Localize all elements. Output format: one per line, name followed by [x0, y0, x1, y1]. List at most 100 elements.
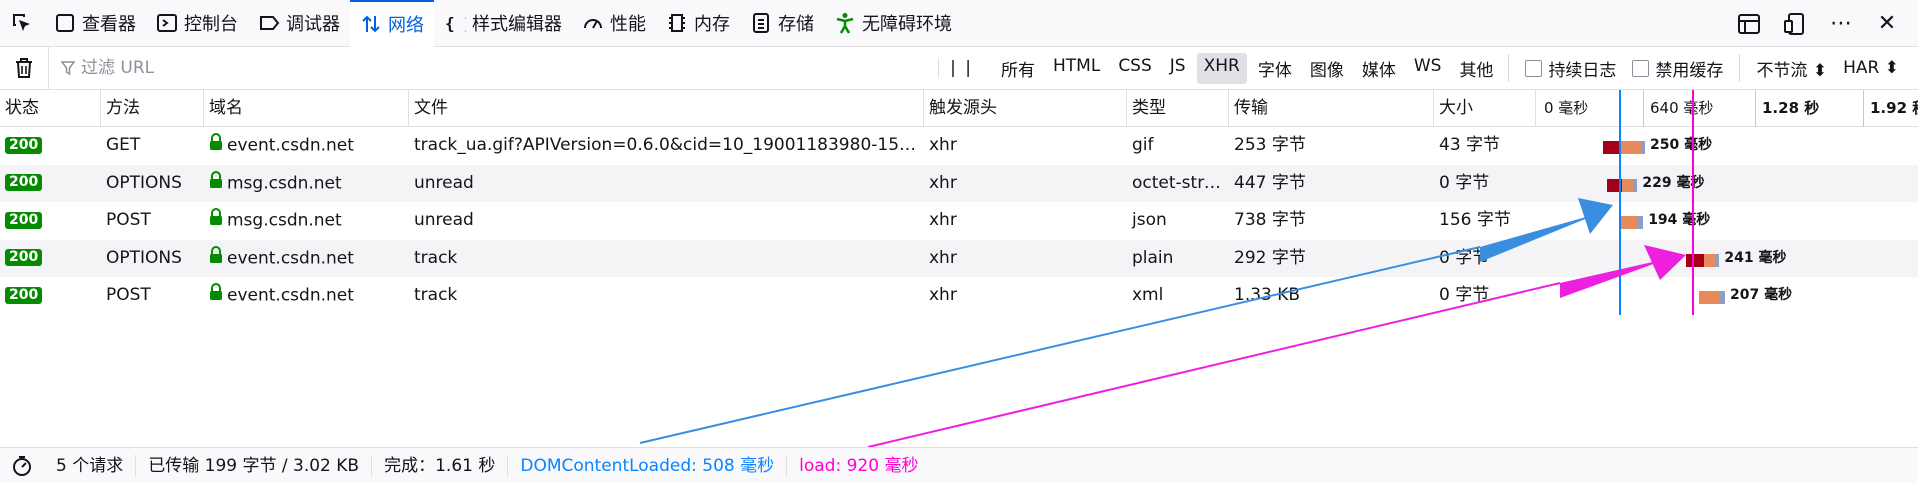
- request-count: 5 个请求: [44, 454, 137, 477]
- table-row[interactable]: 200 POST msg.csdn.net unread xhr json 738 字节 15…: [0, 202, 1918, 239]
- size-cell: 0 字节: [1439, 172, 1490, 193]
- clear-button[interactable]: [0, 57, 48, 79]
- performance-analysis-button[interactable]: [0, 455, 44, 477]
- tab-accessibility[interactable]: 无障碍环境: [824, 0, 962, 47]
- transferred-cell: 447 字节: [1234, 172, 1306, 193]
- persist-logs-label: 持续日志: [1548, 60, 1617, 81]
- pause-button[interactable]: | |: [938, 58, 984, 78]
- domain-text: msg.csdn.net: [227, 173, 342, 193]
- filter-type-xhr[interactable]: XHR: [1196, 52, 1247, 84]
- type-cell: plain: [1132, 247, 1174, 268]
- table-row[interactable]: 200 GET event.csdn.net track_ua.gif?APIVers…: [0, 127, 1918, 164]
- tab-performance[interactable]: 性能: [572, 0, 656, 47]
- tab-storage[interactable]: 存储: [740, 0, 824, 47]
- debugger-icon: [258, 12, 280, 34]
- tab-label: 控制台: [184, 14, 238, 35]
- column-domain[interactable]: 域名: [204, 90, 409, 127]
- responsive-design-icon[interactable]: [1782, 11, 1808, 37]
- file-cell: unread: [414, 210, 474, 230]
- domain-cell: msg.csdn.net: [204, 202, 409, 239]
- checkbox-box[interactable]: [1525, 59, 1543, 77]
- persist-logs-checkbox[interactable]: 持续日志: [1525, 56, 1616, 81]
- element-picker-button[interactable]: [0, 0, 44, 47]
- status-cell: 200: [0, 127, 101, 164]
- disable-cache-checkbox[interactable]: 禁用缓存: [1632, 56, 1723, 81]
- size-cell: 43 字节: [1439, 135, 1501, 155]
- column-type[interactable]: 类型: [1127, 90, 1229, 127]
- filter-type-图像[interactable]: 图像: [1303, 53, 1351, 84]
- dock-side-icon[interactable]: [1736, 11, 1762, 37]
- size-cell: 0 字节: [1439, 285, 1490, 305]
- table-row[interactable]: 200 OPTIONS event.csdn.net track xhr plain 292…: [0, 239, 1918, 277]
- svg-text:{ }: { }: [445, 14, 466, 33]
- waterfall-bar-segment: [1718, 291, 1725, 304]
- status-cell: 200: [0, 277, 101, 314]
- column-method[interactable]: 方法: [101, 90, 204, 127]
- waterfall-bar-segment: [1619, 141, 1641, 154]
- filter-type-css[interactable]: CSS: [1111, 53, 1158, 84]
- type-cell: json: [1132, 210, 1167, 230]
- status-badge: 200: [5, 249, 43, 266]
- close-icon[interactable]: ✕: [1874, 11, 1900, 37]
- column-size[interactable]: 大小: [1434, 90, 1536, 127]
- tab-memory[interactable]: 内存: [656, 0, 740, 47]
- filter-type-媒体[interactable]: 媒体: [1355, 53, 1403, 84]
- element-picker-icon: [13, 14, 30, 31]
- tab-label: 内存: [694, 14, 730, 35]
- file-cell: track: [414, 285, 458, 305]
- network-filter-bar: | | 所有HTMLCSSJSXHR字体图像媒体WS其他 持续日志 禁用缓存 不…: [0, 46, 1918, 90]
- filter-type-ws[interactable]: WS: [1407, 53, 1449, 84]
- file-cell: track_ua.gif?APIVersion=0.6.0&cid=10_190…: [414, 135, 924, 155]
- domain-text: event.csdn.net: [227, 248, 354, 268]
- throttle-dropdown[interactable]: 不节流 ⬍: [1756, 56, 1827, 81]
- waterfall-bar-segment: [1641, 141, 1645, 154]
- more-options-icon[interactable]: ⋯: [1828, 11, 1854, 37]
- waterfall-bar-segment: [1637, 216, 1644, 229]
- dom-content-loaded-marker: [1619, 90, 1621, 315]
- table-row[interactable]: 200 POST event.csdn.net track xhr xml 1.33 KB 0…: [0, 277, 1918, 314]
- waterfall-timing-label: 194 毫秒: [1648, 212, 1711, 228]
- filter-url-field[interactable]: [48, 46, 938, 90]
- type-cell: xml: [1132, 285, 1164, 305]
- tab-network[interactable]: 网络: [350, 0, 434, 47]
- tab-inspector[interactable]: 查看器: [44, 0, 146, 47]
- initiator-cell: xhr: [929, 247, 957, 268]
- waterfall-timing-label: 207 毫秒: [1730, 287, 1793, 303]
- waterfall-bar-segment: [1715, 253, 1720, 267]
- tab-debugger[interactable]: 调试器: [248, 0, 350, 47]
- transferred-cell: 1.33 KB: [1234, 285, 1301, 305]
- filter-type-js[interactable]: JS: [1163, 53, 1193, 84]
- status-badge: 200: [5, 286, 43, 304]
- finish-time: 完成：1.61 秒: [372, 454, 509, 477]
- filter-type-所有[interactable]: 所有: [994, 53, 1042, 84]
- storage-icon: [750, 12, 772, 34]
- domain-text: msg.csdn.net: [227, 210, 342, 231]
- checkbox-box[interactable]: [1632, 59, 1650, 77]
- lock-icon: [209, 165, 223, 202]
- filter-type-字体[interactable]: 字体: [1251, 53, 1299, 84]
- waterfall-bar-segment: [1622, 178, 1634, 192]
- waterfall-bar-segment: [1704, 253, 1716, 267]
- disable-cache-label: 禁用缓存: [1655, 60, 1724, 81]
- separator: [1508, 54, 1510, 82]
- har-dropdown[interactable]: HAR ⬍: [1843, 58, 1899, 78]
- style-editor-icon: { }: [444, 12, 466, 34]
- column-transferred[interactable]: 传输: [1229, 90, 1434, 127]
- filter-type-html[interactable]: HTML: [1046, 53, 1107, 84]
- file-cell: unread: [414, 172, 474, 193]
- tab-label: 无障碍环境: [862, 14, 952, 35]
- table-row[interactable]: 200 OPTIONS msg.csdn.net unread xhr octet-str…: [0, 164, 1918, 202]
- filter-type-其他[interactable]: 其他: [1452, 53, 1500, 84]
- waterfall-timing-label: 250 毫秒: [1650, 137, 1713, 153]
- status-cell: 200: [0, 240, 101, 277]
- filter-url-input[interactable]: [81, 58, 781, 78]
- column-file[interactable]: 文件: [409, 90, 924, 127]
- stopwatch-icon: [13, 455, 31, 476]
- transferred-cell: 292 字节: [1234, 247, 1306, 268]
- column-status[interactable]: 状态: [0, 90, 101, 127]
- tab-console[interactable]: 控制台: [146, 0, 248, 47]
- waterfall-tick: 1.28 秒: [1755, 90, 1819, 127]
- column-initiator[interactable]: 触发源头: [924, 90, 1127, 127]
- tab-style-editor[interactable]: { } 样式编辑器: [434, 0, 572, 47]
- tab-label: 网络: [388, 15, 424, 36]
